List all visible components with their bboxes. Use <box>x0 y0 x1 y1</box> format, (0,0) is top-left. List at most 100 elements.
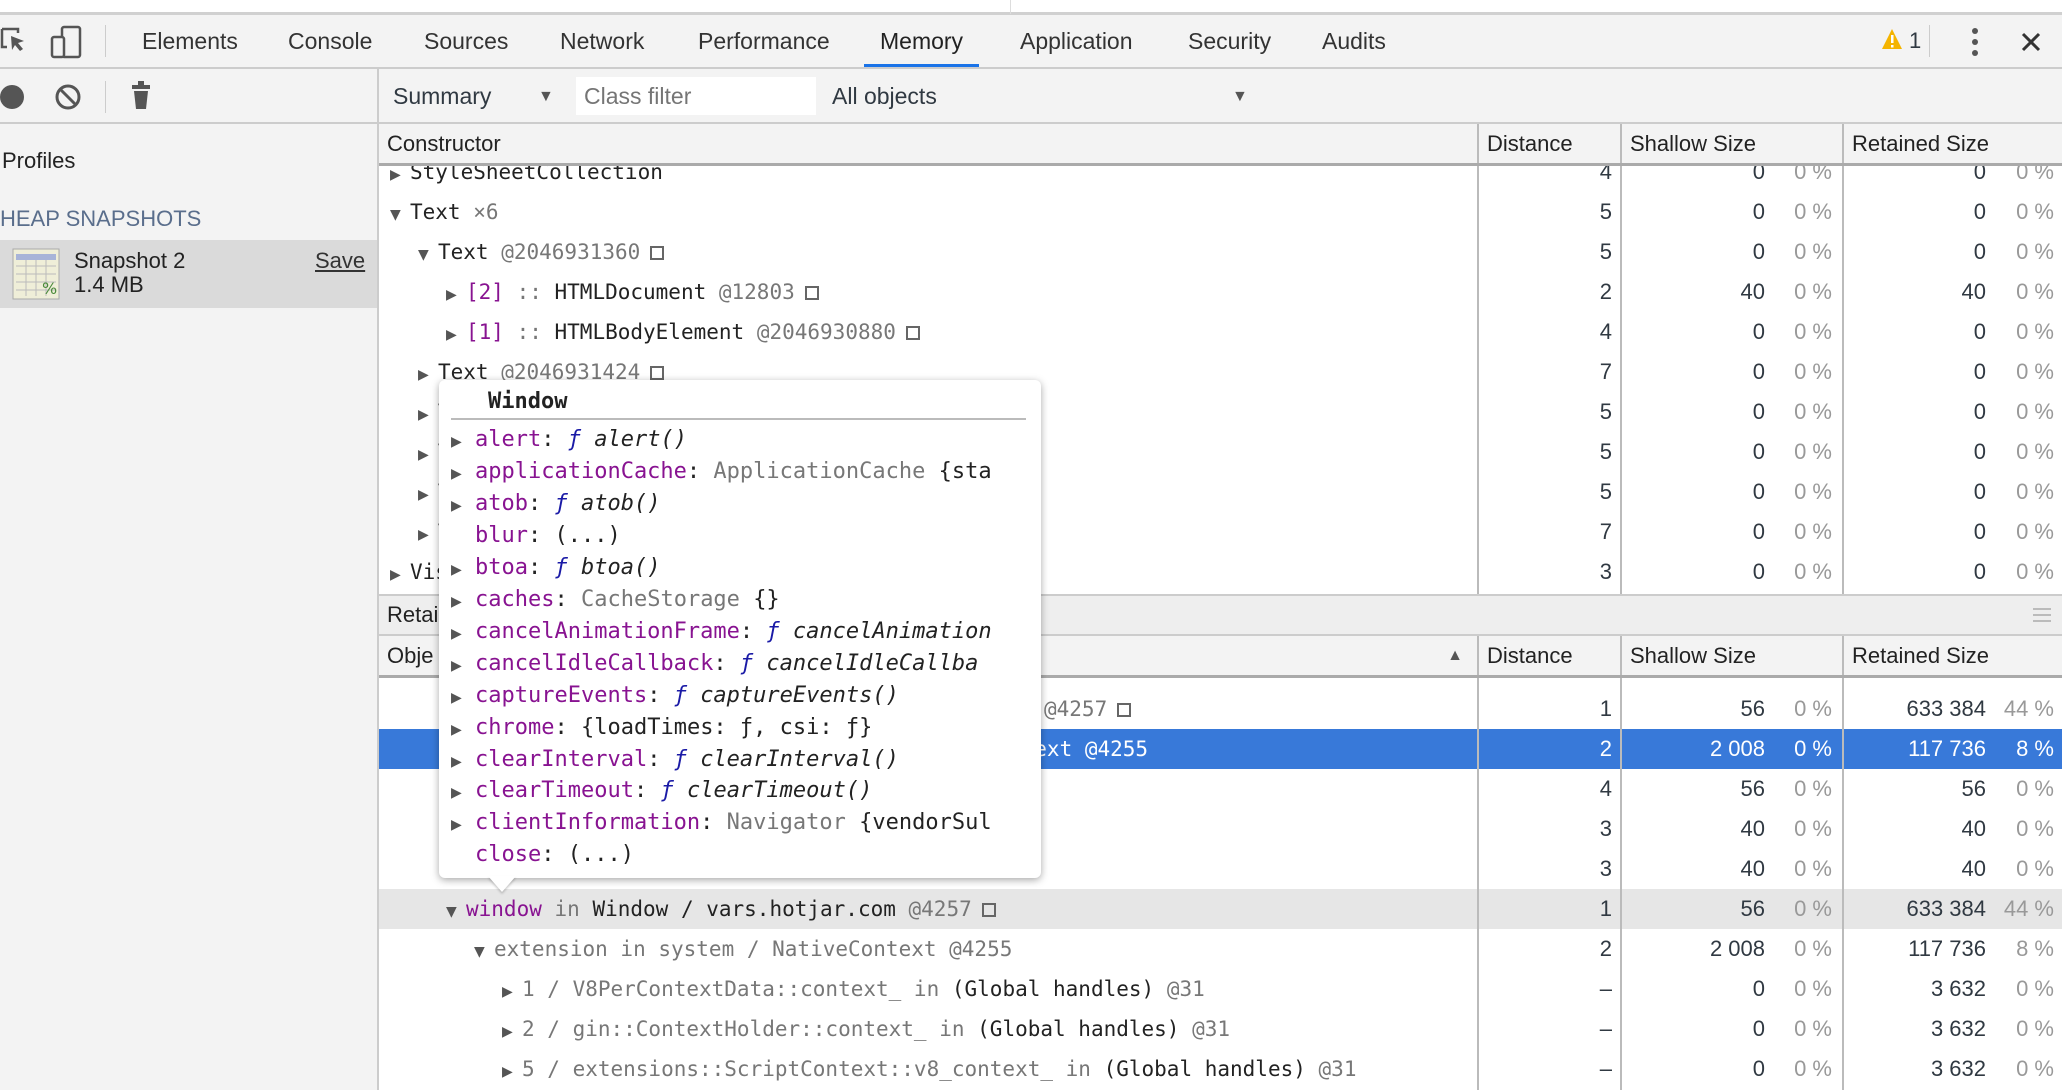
function-icon: ƒ <box>660 778 687 804</box>
collapsed-triangle-icon[interactable]: ▶ <box>418 355 438 395</box>
expanded-triangle-icon[interactable]: ▼ <box>390 195 410 235</box>
popover-property[interactable]: ▶ cancelAnimationFrame: ƒ cancelAnimation <box>439 616 1029 648</box>
tab-elements[interactable]: Elements <box>140 15 240 67</box>
table-row[interactable]: ▶ [2] :: HTMLDocument @12803 2 40 0 % 40 0 % <box>379 272 2062 312</box>
collapsed-triangle-icon[interactable]: ▶ <box>418 435 438 475</box>
warning-icon[interactable] <box>1881 28 1903 50</box>
reveal-object-icon[interactable] <box>1117 703 1132 717</box>
tab-audits[interactable]: Audits <box>1320 15 1388 67</box>
objects-filter-select[interactable]: All objects <box>832 69 937 124</box>
tab-security[interactable]: Security <box>1186 15 1273 67</box>
shallow-size-column-header[interactable]: Shallow Size <box>1620 636 1842 675</box>
retained-size-column-header[interactable]: Retained Size <box>1842 124 2062 163</box>
expanded-triangle-icon[interactable]: ▼ <box>418 235 438 275</box>
popover-property[interactable]: ▶ alert: ƒ alert() <box>439 424 1029 456</box>
retained-percent: 44 % <box>2003 696 2054 721</box>
shallow-percent: 0 % <box>1794 736 1832 761</box>
tab-network[interactable]: Network <box>558 15 646 67</box>
warning-count[interactable]: 1 <box>1909 15 1921 67</box>
collapsed-triangle-icon[interactable]: ▶ <box>390 166 410 195</box>
table-row[interactable]: ▼ extension in system / NativeContext @42… <box>379 929 2062 969</box>
table-row[interactable]: ▼ window in Window / vars.hotjar.com @425… <box>379 889 2062 929</box>
tab-application[interactable]: Application <box>1018 15 1135 67</box>
record-icon[interactable] <box>0 84 26 110</box>
reveal-object-icon[interactable] <box>905 326 920 340</box>
popover-property[interactable]: ▶ clearInterval: ƒ clearInterval() <box>439 744 1029 776</box>
popover-property[interactable]: ▶ clientInformation: Navigator {vendorSul <box>439 807 1029 839</box>
property-key: caches <box>475 586 555 612</box>
collapsed-triangle-icon[interactable]: ▶ <box>502 1012 522 1052</box>
constructor-column-header[interactable]: Constructor <box>379 124 501 163</box>
collapsed-triangle-icon[interactable]: ▶ <box>446 315 466 355</box>
row-name-part: @12803 <box>706 280 795 304</box>
reveal-object-icon[interactable] <box>650 366 665 380</box>
shallow-percent: 0 % <box>1794 479 1832 504</box>
popover-property[interactable]: ▶ caches: CacheStorage {} <box>439 584 1029 616</box>
close-icon[interactable] <box>2020 31 2042 53</box>
popover-property[interactable]: blur: (...) <box>439 520 1029 552</box>
table-row[interactable]: ▶ 1 / V8PerContextData::context_ in (Glob… <box>379 969 2062 1009</box>
table-row[interactable]: ▼ Text @2046931360 5 0 0 % 0 0 % <box>379 232 2062 272</box>
popover-property[interactable]: ▶ applicationCache: ApplicationCache {sta <box>439 456 1029 488</box>
colon: : <box>527 490 555 516</box>
objects-filter-dropdown-arrow-icon[interactable]: ▼ <box>1232 69 1248 124</box>
view-select[interactable]: Summary <box>393 69 491 124</box>
table-row[interactable]: ▶ [1] :: HTMLBodyElement @2046930880 4 0 0 %… <box>379 312 2062 352</box>
row-name-part: 2 / gin::ContextHolder::context_ in <box>522 1017 978 1041</box>
retained-percent: 0 % <box>2016 439 2054 464</box>
collapsed-triangle-icon[interactable]: ▶ <box>418 515 438 555</box>
distance-column-header[interactable]: Distance <box>1477 636 1620 675</box>
row-name: ▶ 5 / extensions::ScriptContext::v8_conte… <box>502 1049 1356 1089</box>
distance-value: 7 <box>1599 519 1612 544</box>
table-row[interactable]: ▶ StyleSheetCollection 4 0 0 % 0 0 % <box>379 166 2062 192</box>
retained-size-column-header[interactable]: Retained Size <box>1842 636 2062 675</box>
retained-percent: 0 % <box>2016 1016 2054 1041</box>
retained-size-value: 3 632 <box>1930 1016 1986 1041</box>
collapsed-triangle-icon[interactable]: ▶ <box>446 275 466 315</box>
tab-memory[interactable]: Memory <box>864 15 980 67</box>
popover-property[interactable]: ▶ atob: ƒ atob() <box>439 488 1029 520</box>
popover-property[interactable]: ▶ clearTimeout: ƒ clearTimeout() <box>439 775 1029 807</box>
row-name-part: HTMLDocument <box>554 280 707 304</box>
popover-property[interactable]: ▶ btoa: ƒ btoa() <box>439 552 1029 584</box>
tab-console[interactable]: Console <box>286 15 374 67</box>
table-row[interactable]: ▶ 2 / gin::ContextHolder::context_ in (Gl… <box>379 1009 2062 1049</box>
device-toolbar-icon[interactable] <box>50 25 84 59</box>
view-dropdown-arrow-icon[interactable]: ▼ <box>538 69 554 124</box>
popover-property[interactable]: ▶ chrome: {loadTimes: ƒ, csi: ƒ} <box>439 712 1029 744</box>
row-name-part: StyleSheetCollection <box>410 166 663 184</box>
row-name-part: 1 / V8PerContextData::context_ in <box>522 977 952 1001</box>
popover-property[interactable]: ▶ captureEvents: ƒ captureEvents() <box>439 680 1029 712</box>
tab-performance[interactable]: Performance <box>696 15 832 67</box>
collapsed-triangle-icon[interactable]: ▶ <box>390 555 410 594</box>
collapsed-triangle-icon[interactable]: ▶ <box>502 972 522 1012</box>
reveal-object-icon[interactable] <box>804 286 819 300</box>
colon: : <box>554 714 581 740</box>
shallow-size-column-header[interactable]: Shallow Size <box>1620 124 1842 163</box>
popover-property[interactable]: close: (...) <box>439 839 1029 871</box>
retained-size-value: 40 <box>1961 279 1986 304</box>
collapsed-triangle-icon[interactable]: ▶ <box>502 1052 522 1090</box>
table-row[interactable]: ▼ Text ×6 5 0 0 % 0 0 % <box>379 192 2062 232</box>
expanded-triangle-icon[interactable]: ▼ <box>474 932 494 972</box>
clear-icon[interactable] <box>54 83 82 111</box>
collapsed-triangle-icon[interactable]: ▶ <box>418 475 438 515</box>
row-name-part: window <box>466 897 542 921</box>
reveal-object-icon[interactable] <box>981 903 996 917</box>
reveal-object-icon[interactable] <box>650 246 665 260</box>
garbage-collect-icon[interactable] <box>130 81 152 111</box>
tab-sources[interactable]: Sources <box>422 15 510 67</box>
resize-handle-icon[interactable] <box>2032 606 2052 624</box>
distance-column-header[interactable]: Distance <box>1477 124 1620 163</box>
class-filter-input[interactable] <box>576 77 816 115</box>
popover-property[interactable]: ▶ cancelIdleCallback: ƒ cancelIdleCallba <box>439 648 1029 680</box>
property-value: (...) <box>567 842 634 868</box>
more-options-icon[interactable] <box>1968 27 1982 57</box>
inspect-element-icon[interactable] <box>0 27 30 57</box>
memory-toolbar: Summary ▼ All objects ▼ <box>0 69 2062 124</box>
collapsed-triangle-icon[interactable]: ▶ <box>418 395 438 435</box>
popover-title: Window <box>488 389 568 414</box>
table-row[interactable]: ▶ 5 / extensions::ScriptContext::v8_conte… <box>379 1049 2062 1089</box>
expanded-triangle-icon[interactable]: ▼ <box>446 892 466 932</box>
row-name-part: :: <box>503 280 555 304</box>
